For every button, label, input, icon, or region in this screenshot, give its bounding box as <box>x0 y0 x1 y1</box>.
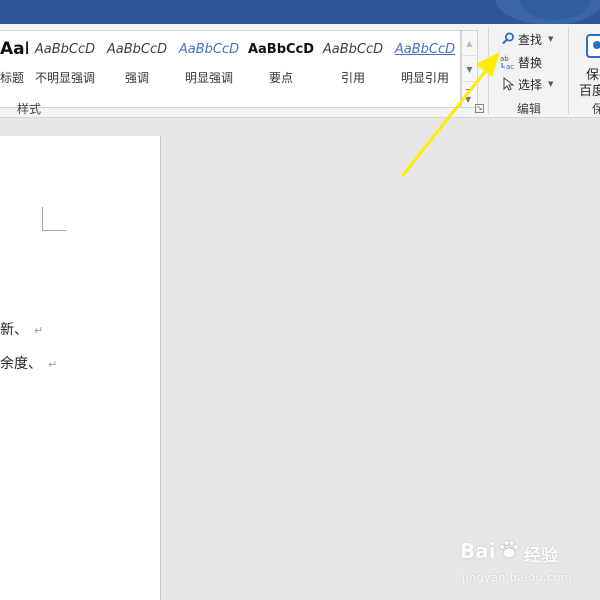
group-separator <box>568 28 569 114</box>
style-name: 标题 <box>0 71 25 85</box>
style-name: 明显引用 <box>400 71 449 85</box>
line-text: 余度、 <box>0 356 42 372</box>
baidu-jingyan-watermark: Bai 经验 jingyan.baidu.com <box>460 537 590 585</box>
save-baidu-group[interactable]: 保存 百度 保 <box>572 28 600 116</box>
cursor-arrow-icon <box>500 76 516 92</box>
style-strong[interactable]: AaBbCcD 要点 <box>246 31 316 107</box>
style-emphasis[interactable]: AaBbCcD 强调 <box>102 31 172 107</box>
style-preview: AaBbCcD <box>247 42 315 57</box>
document-page[interactable]: 新、 ↵ 余度、 ↵ <box>0 136 161 600</box>
gallery-scroll-down-button[interactable]: ▼ <box>462 57 477 82</box>
document-area: 新、 ↵ 余度、 ↵ <box>0 119 600 600</box>
style-name: 明显强调 <box>184 71 233 85</box>
styles-group-label: 样式 <box>17 102 42 116</box>
style-intense-emphasis[interactable]: AaBbCcD 明显强调 <box>174 31 244 107</box>
magnifier-icon <box>500 31 516 47</box>
styles-dialog-launcher[interactable]: ↘ <box>475 104 484 113</box>
style-preview: AaBbC <box>0 39 28 59</box>
replace-label: 替换 <box>518 55 543 70</box>
style-preview: AaBbCcD <box>34 42 96 57</box>
style-title[interactable]: AaBbC 标题 <box>0 31 28 107</box>
editing-group-label: 编辑 <box>517 102 542 116</box>
style-subtle-emphasis[interactable]: AaBbCcD 不明显强调 <box>30 31 100 107</box>
replace-ab-icon: ab ac <box>500 54 516 71</box>
baidu-paw-icon <box>499 540 519 559</box>
margin-corner-mark <box>42 207 43 231</box>
line-text: 新、 <box>0 322 28 338</box>
style-name: 不明显强调 <box>34 71 95 85</box>
paragraph-mark: ↵ <box>48 358 58 371</box>
paragraph-mark: ↵ <box>34 324 44 337</box>
baidu-save-icon <box>586 34 600 58</box>
chevron-down-icon: ▼ <box>548 80 554 88</box>
style-preview: AaBbCcD <box>178 42 240 57</box>
style-preview: AaBbCcD <box>106 42 168 57</box>
style-intense-quote[interactable]: AaBbCcD 明显引用 <box>390 31 460 107</box>
style-name: 要点 <box>268 71 293 85</box>
document-line[interactable]: 新、 ↵ <box>0 319 43 339</box>
chevron-down-icon: ▼ <box>465 95 472 104</box>
baidu-label: 百度 <box>579 84 600 99</box>
select-button[interactable]: 选择 ▼ <box>500 74 553 94</box>
document-line[interactable]: 余度、 ↵ <box>0 353 57 373</box>
style-preview: AaBbCcD <box>322 42 384 57</box>
watermark-url: jingyan.baidu.com <box>462 571 573 584</box>
margin-corner-mark <box>42 230 66 231</box>
svg-text:ac: ac <box>506 63 514 70</box>
chevron-down-icon: ▼ <box>548 35 554 43</box>
ribbon: AaBbC 标题 AaBbCcD 不明显强调 AaBbCcD 强调 AaBbCc… <box>0 24 600 118</box>
group-separator <box>488 28 489 114</box>
save-group-label: 保 <box>592 102 600 116</box>
style-name: 引用 <box>340 71 365 85</box>
watermark-brand-right: 经验 <box>524 546 558 566</box>
svg-text:ab: ab <box>500 55 509 63</box>
style-quote[interactable]: AaBbCcD 引用 <box>318 31 388 107</box>
watermark-brand-left: Bai <box>460 539 496 563</box>
styles-gallery: AaBbC 标题 AaBbCcD 不明显强调 AaBbCcD 强调 AaBbCc… <box>0 30 461 108</box>
title-bar <box>0 0 600 24</box>
replace-button[interactable]: ab ac 替换 <box>500 52 542 72</box>
select-label: 选择 <box>518 77 543 92</box>
gallery-scroll-up-button[interactable]: ▲ <box>462 31 477 56</box>
styles-gallery-scroll: ▲ ▼ ▼ <box>461 30 478 108</box>
style-name: 强调 <box>124 71 149 85</box>
find-button[interactable]: 查找 ▼ <box>500 29 553 49</box>
find-label: 查找 <box>518 32 543 47</box>
style-preview: AaBbCcD <box>394 42 456 57</box>
